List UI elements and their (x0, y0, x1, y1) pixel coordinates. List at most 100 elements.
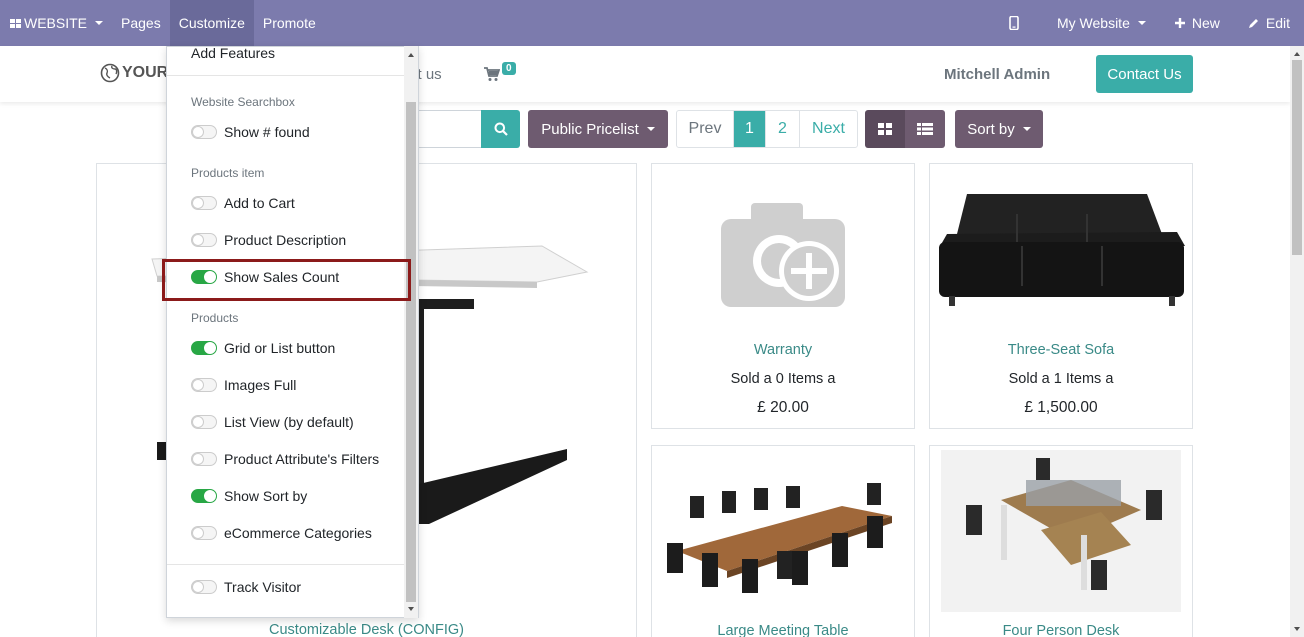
pricelist-dropdown[interactable]: Public Pricelist (528, 110, 668, 148)
pager-page-2[interactable]: 2 (766, 111, 800, 147)
option-label: Product Attribute's Filters (224, 451, 380, 467)
option-attribute-filters[interactable]: Product Attribute's Filters (191, 451, 379, 467)
pager-next[interactable]: Next (800, 111, 857, 147)
pager: Prev 1 2 Next (676, 110, 858, 148)
customize-menu[interactable]: Customize (169, 0, 254, 46)
chevron-down-icon (1137, 21, 1146, 25)
pager-page-1[interactable]: 1 (734, 111, 766, 147)
product-card[interactable]: Four Person Desk (929, 445, 1193, 637)
scroll-up-arrow-icon (408, 53, 414, 57)
pages-menu[interactable]: Pages (112, 0, 170, 46)
product-name[interactable]: Customizable Desk (CONFIG) (97, 622, 636, 637)
option-label: List View (by default) (224, 414, 354, 430)
dropdown-scrollbar-thumb[interactable] (406, 102, 416, 602)
option-images-full[interactable]: Images Full (191, 377, 296, 393)
admin-navbar: WEBSITE Pages Customize Promote My Websi… (0, 0, 1304, 46)
product-image (667, 483, 892, 593)
cart-count-badge: 0 (502, 62, 516, 75)
search-button[interactable] (481, 110, 520, 148)
scroll-down-arrow-icon (408, 607, 414, 611)
option-track-visitor[interactable]: Track Visitor (191, 579, 301, 595)
section-header: Products item (191, 166, 265, 180)
scroll-down-arrow-icon (1294, 627, 1300, 631)
new-button[interactable]: New (1160, 0, 1234, 46)
pager-prev[interactable]: Prev (677, 111, 734, 147)
page-scrollbar[interactable] (1290, 46, 1304, 637)
page-scrollbar-thumb[interactable] (1292, 60, 1302, 255)
toggle-switch[interactable] (191, 452, 217, 466)
sales-count: Sold a 1 Items a (1008, 371, 1114, 387)
menu-divider (167, 564, 405, 565)
option-label: Images Full (224, 377, 297, 393)
toggle-switch[interactable] (191, 196, 217, 210)
section-header: Products (191, 311, 239, 325)
logo-text: YOUR (122, 64, 169, 81)
option-label: Track Visitor (224, 579, 302, 595)
highlight-box (162, 259, 411, 301)
product-name[interactable]: Four Person Desk (930, 623, 1192, 637)
camera-placeholder-icon (721, 203, 845, 307)
option-product-description[interactable]: Product Description (191, 232, 346, 248)
view-toggle (865, 110, 945, 148)
edit-label: Edit (1265, 15, 1290, 31)
product-image (941, 450, 1181, 612)
product-card[interactable]: Large Meeting Table (651, 445, 915, 637)
list-icon (917, 123, 933, 135)
product-card[interactable]: Warranty Sold a 0 Items a £ 20.00 (651, 163, 915, 429)
toggle-switch[interactable] (191, 526, 217, 540)
chevron-down-icon (646, 127, 655, 131)
option-list-view-default[interactable]: List View (by default) (191, 414, 354, 430)
section-header: Website Searchbox (191, 95, 295, 109)
option-label: Show # found (224, 124, 310, 140)
add-features-item[interactable]: Add Features (191, 47, 275, 61)
sort-by-dropdown[interactable]: Sort by (955, 110, 1043, 148)
plus-icon (1174, 18, 1185, 28)
option-label: Add to Cart (224, 195, 295, 211)
option-label: Show Sort by (224, 488, 308, 504)
product-name[interactable]: Three-Seat Sofa (930, 342, 1192, 358)
option-grid-or-list[interactable]: Grid or List button (191, 340, 335, 356)
mobile-icon (1009, 16, 1019, 30)
mobile-preview-button[interactable] (997, 0, 1043, 46)
option-show-sort-by[interactable]: Show Sort by (191, 488, 307, 504)
my-website-label: My Website (1056, 15, 1130, 31)
product-name[interactable]: Warranty (652, 342, 914, 358)
chevron-down-icon (1022, 127, 1031, 131)
toggle-switch[interactable] (191, 580, 217, 594)
search-input[interactable] (410, 110, 482, 148)
dropdown-scrollbar[interactable] (404, 46, 418, 618)
contact-us-button[interactable]: Contact Us (1096, 55, 1193, 93)
option-label: eCommerce Categories (224, 525, 372, 541)
product-image (939, 194, 1185, 306)
edit-button[interactable]: Edit (1234, 0, 1304, 46)
scroll-up-arrow-icon (1294, 52, 1300, 56)
option-ecommerce-categories[interactable]: eCommerce Categories (191, 525, 372, 541)
search-icon (494, 122, 508, 136)
my-website-menu[interactable]: My Website (1043, 0, 1160, 46)
apps-grid-icon (10, 18, 21, 28)
customize-dropdown: Add Features Website Searchbox Show # fo… (166, 46, 419, 618)
toggle-switch[interactable] (191, 378, 217, 392)
user-menu[interactable]: Mitchell Admin (944, 66, 1050, 83)
toggle-switch[interactable] (191, 489, 217, 503)
list-view-button[interactable] (905, 110, 945, 148)
website-menu-label: WEBSITE (24, 15, 88, 31)
option-add-to-cart[interactable]: Add to Cart (191, 195, 295, 211)
new-label: New (1191, 15, 1220, 31)
globe-icon (100, 63, 120, 83)
option-label: Product Description (224, 232, 347, 248)
product-name[interactable]: Large Meeting Table (652, 623, 914, 637)
cart-link[interactable]: 0 (484, 62, 516, 82)
promote-menu[interactable]: Promote (254, 0, 325, 46)
product-card[interactable]: Three-Seat Sofa Sold a 1 Items a £ 1,500… (929, 163, 1193, 429)
site-logo[interactable]: YOUR (100, 63, 168, 83)
user-name: Mitchell Admin (944, 66, 1051, 83)
toggle-switch[interactable] (191, 341, 217, 355)
website-menu[interactable]: WEBSITE (0, 0, 112, 46)
option-show-found[interactable]: Show # found (191, 124, 310, 140)
toggle-switch[interactable] (191, 125, 217, 139)
option-label: Grid or List button (224, 340, 336, 356)
toggle-switch[interactable] (191, 233, 217, 247)
toggle-switch[interactable] (191, 415, 217, 429)
grid-view-button[interactable] (865, 110, 905, 148)
